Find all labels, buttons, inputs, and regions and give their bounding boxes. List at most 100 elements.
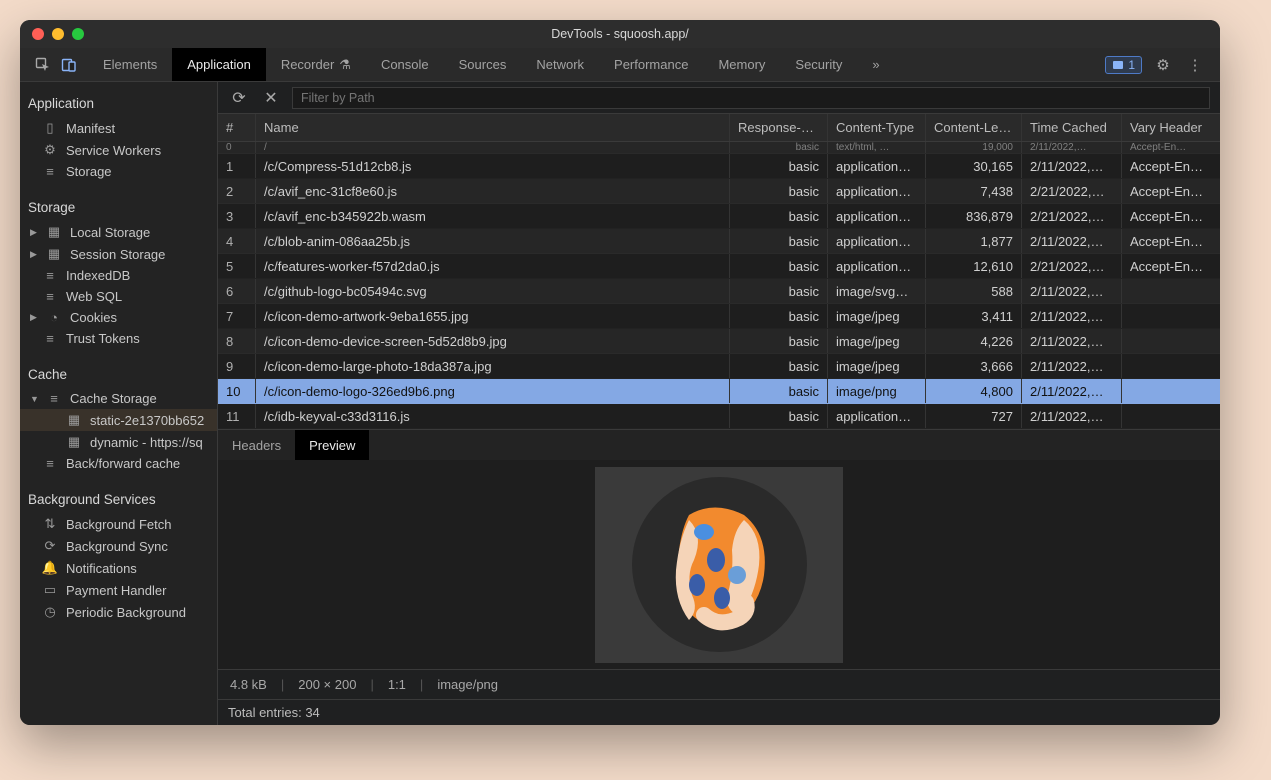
table-row[interactable]: 9/c/icon-demo-large-photo-18da387a.jpgba…	[218, 354, 1220, 379]
sidebar-item-manifest[interactable]: ▯Manifest	[20, 117, 217, 139]
cell: application…	[828, 204, 926, 228]
col-content-type[interactable]: Content-Type	[828, 114, 926, 141]
sidebar-item-notifications[interactable]: 🔔Notifications	[20, 557, 217, 579]
table-row[interactable]: 6/c/github-logo-bc05494c.svgbasicimage/s…	[218, 279, 1220, 304]
cell: application…	[828, 154, 926, 178]
sidebar-item-service-workers[interactable]: ⚙Service Workers	[20, 139, 217, 161]
table-row[interactable]: 7/c/icon-demo-artwork-9eba1655.jpgbasici…	[218, 304, 1220, 329]
cell: /c/Compress-51d12cb8.js	[256, 154, 730, 178]
cell	[1122, 279, 1220, 303]
tab-performance[interactable]: Performance	[599, 48, 703, 81]
cell: basic	[730, 154, 828, 178]
tab-network[interactable]: Network	[521, 48, 599, 81]
cell: 2/21/2022,…	[1022, 179, 1122, 203]
col-time-cached[interactable]: Time Cached	[1022, 114, 1122, 141]
table-row[interactable]: 0/basictext/html, …19,0002/11/2022,…Acce…	[218, 142, 1220, 154]
cell: 727	[926, 404, 1022, 428]
refresh-icon[interactable]: ⟳	[228, 87, 250, 109]
sidebar-item-cookies[interactable]: ▶◔Cookies	[20, 307, 217, 328]
inspect-element-icon[interactable]	[32, 54, 54, 76]
sidebar-item-websql[interactable]: ≡Web SQL	[20, 286, 217, 307]
cell: 2/11/2022,…	[1022, 329, 1122, 353]
col-response-type[interactable]: Response-…	[730, 114, 828, 141]
more-tabs-button[interactable]: »	[857, 48, 894, 81]
window-title: DevTools - squoosh.app/	[20, 27, 1220, 41]
cell: 30,165	[926, 154, 1022, 178]
cell: application…	[828, 404, 926, 428]
device-toolbar-icon[interactable]	[58, 54, 80, 76]
bell-icon: 🔔	[42, 560, 58, 576]
cell: 1	[218, 154, 256, 178]
tab-memory[interactable]: Memory	[703, 48, 780, 81]
detail-tab-headers[interactable]: Headers	[218, 430, 295, 460]
sidebar-section-cache: Cache	[20, 361, 217, 388]
sync-icon: ⟳	[42, 538, 58, 554]
sidebar-item-bfcache[interactable]: ≡Back/forward cache	[20, 453, 217, 474]
sidebar-item-session-storage[interactable]: ▶▦Session Storage	[20, 243, 217, 265]
cookie-icon: ◔	[46, 310, 62, 325]
cell: 3,411	[926, 304, 1022, 328]
meta-dimensions: 200 × 200	[298, 677, 356, 692]
cell: 836,879	[926, 204, 1022, 228]
table-row[interactable]: 10/c/icon-demo-logo-326ed9b6.pngbasicima…	[218, 379, 1220, 404]
table-row[interactable]: 2/c/avif_enc-31cf8e60.jsbasicapplication…	[218, 179, 1220, 204]
database-icon: ≡	[42, 289, 58, 304]
delete-icon[interactable]: ✕	[260, 87, 282, 109]
col-name[interactable]: Name	[256, 114, 730, 141]
issues-badge[interactable]: 1	[1105, 56, 1142, 74]
sidebar-item-storage[interactable]: ≡Storage	[20, 161, 217, 182]
detail-tab-preview[interactable]: Preview	[295, 430, 369, 460]
sidebar-item-local-storage[interactable]: ▶▦Local Storage	[20, 221, 217, 243]
cell: 19,000	[926, 142, 1022, 153]
cell: /c/idb-keyval-c33d3116.js	[256, 404, 730, 428]
tab-elements[interactable]: Elements	[88, 48, 172, 81]
tab-console[interactable]: Console	[366, 48, 444, 81]
cell: 10	[218, 379, 256, 403]
table-row[interactable]: 1/c/Compress-51d12cb8.jsbasicapplication…	[218, 154, 1220, 179]
cell: basic	[730, 404, 828, 428]
chevron-down-icon: ▼	[30, 394, 38, 404]
col-index[interactable]: #	[218, 114, 256, 141]
tab-application[interactable]: Application	[172, 48, 266, 81]
cell: image/jpeg	[828, 304, 926, 328]
col-vary-header[interactable]: Vary Header	[1122, 114, 1220, 141]
sidebar-item-trust-tokens[interactable]: ≡Trust Tokens	[20, 328, 217, 349]
tab-security[interactable]: Security	[780, 48, 857, 81]
cache-storage-panel: ⟳ ✕ # Name Response-… Content-Type Conte…	[218, 82, 1220, 725]
tab-recorder[interactable]: Recorder⚗	[266, 48, 366, 81]
sidebar-cache-entry-dynamic[interactable]: ▦dynamic - https://sq	[20, 431, 217, 453]
table-row[interactable]: 5/c/features-worker-f57d2da0.jsbasicappl…	[218, 254, 1220, 279]
grid-icon: ▦	[46, 246, 62, 262]
database-icon: ≡	[46, 391, 62, 406]
cell: 3	[218, 204, 256, 228]
sidebar-item-periodic-bg[interactable]: ◷Periodic Background	[20, 601, 217, 623]
table-row[interactable]: 11/c/idb-keyval-c33d3116.jsbasicapplicat…	[218, 404, 1220, 429]
database-icon: ≡	[42, 164, 58, 179]
settings-icon[interactable]: ⚙	[1152, 54, 1174, 76]
sidebar-item-payment-handler[interactable]: ▭Payment Handler	[20, 579, 217, 601]
table-row[interactable]: 3/c/avif_enc-b345922b.wasmbasicapplicati…	[218, 204, 1220, 229]
col-content-length[interactable]: Content-Le…	[926, 114, 1022, 141]
table-row[interactable]: 4/c/blob-anim-086aa25b.jsbasicapplicatio…	[218, 229, 1220, 254]
gear-icon: ⚙	[42, 142, 58, 158]
sidebar-cache-entry-static[interactable]: ▦static-2e1370bb652	[20, 409, 217, 431]
table-row[interactable]: 8/c/icon-demo-device-screen-5d52d8b9.jpg…	[218, 329, 1220, 354]
cell	[1122, 329, 1220, 353]
cell	[1122, 304, 1220, 328]
sidebar-item-indexeddb[interactable]: ≡IndexedDB	[20, 265, 217, 286]
cache-toolbar: ⟳ ✕	[218, 82, 1220, 114]
cell: basic	[730, 354, 828, 378]
sidebar-item-bg-fetch[interactable]: ⇅Background Fetch	[20, 513, 217, 535]
cell: Accept-En…	[1122, 229, 1220, 253]
cell: basic	[730, 204, 828, 228]
kebab-menu-icon[interactable]: ⋮	[1184, 54, 1206, 76]
cell: basic	[730, 329, 828, 353]
issues-icon	[1112, 59, 1124, 71]
sidebar-item-cache-storage[interactable]: ▼≡Cache Storage	[20, 388, 217, 409]
cell: 2/11/2022,…	[1022, 229, 1122, 253]
tab-sources[interactable]: Sources	[444, 48, 522, 81]
sidebar-item-bg-sync[interactable]: ⟳Background Sync	[20, 535, 217, 557]
cell: image/svg…	[828, 279, 926, 303]
filter-input[interactable]	[292, 87, 1210, 109]
cell: Accept-En…	[1122, 154, 1220, 178]
